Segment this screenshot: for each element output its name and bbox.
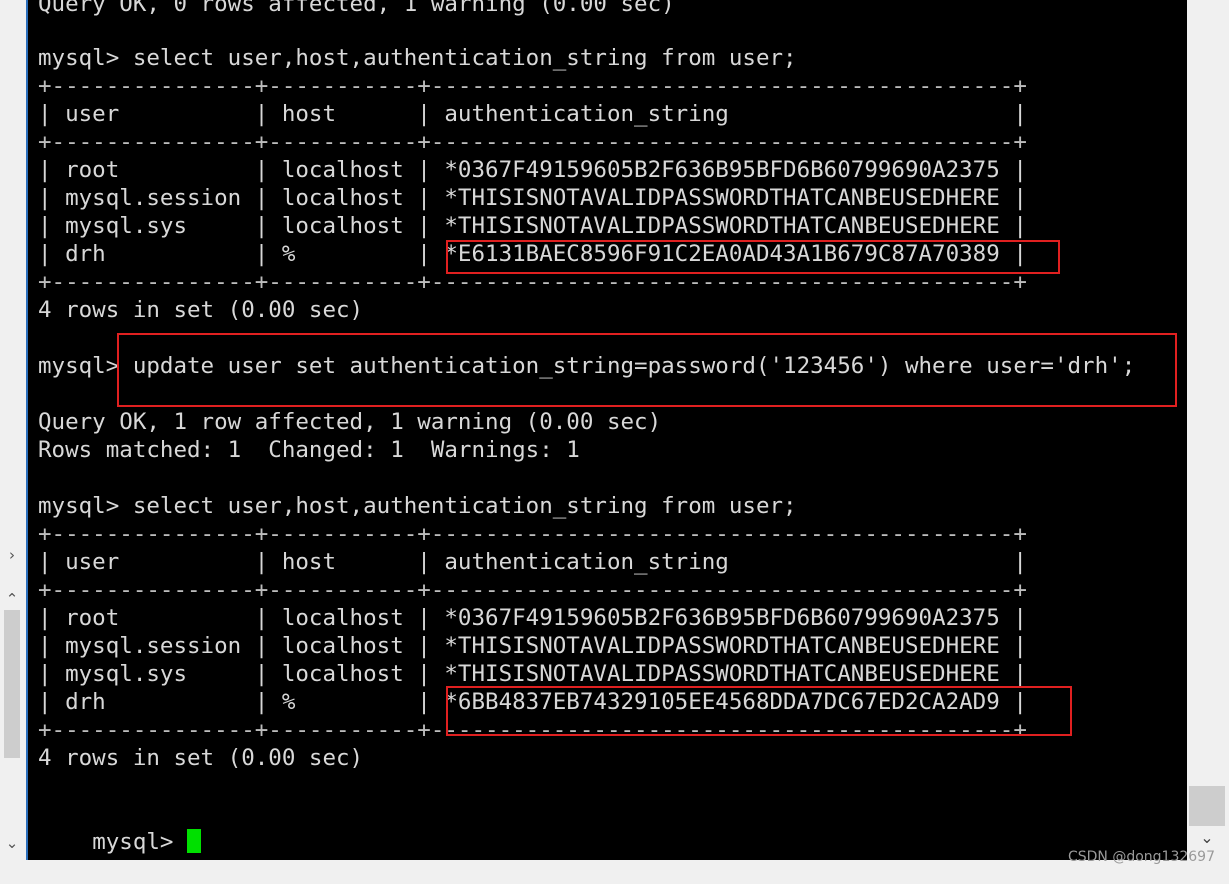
- table-row: | mysql.session | localhost | *THISISNOT…: [38, 633, 1027, 659]
- vertical-scrollbar[interactable]: ⌄: [1187, 0, 1229, 860]
- table-row: | mysql.sys | localhost | *THISISNOTAVAL…: [38, 213, 1027, 239]
- table-row: | mysql.sys | localhost | *THISISNOTAVAL…: [38, 661, 1027, 687]
- table-border: +---------------+-----------+-----------…: [38, 521, 1027, 547]
- rows-matched-line: Rows matched: 1 Changed: 1 Warnings: 1: [38, 437, 580, 463]
- table-border: +---------------+-----------+-----------…: [38, 129, 1027, 155]
- left-panel-strip: › ⌃ ⌄: [0, 0, 26, 875]
- terminal-line: Query OK, 0 rows affected, 1 warning (0.…: [38, 0, 675, 17]
- scrollbar-thumb[interactable]: [1189, 786, 1225, 826]
- highlight-old-hash: [446, 240, 1060, 274]
- mysql-command-line: mysql> select user,host,authentication_s…: [38, 493, 797, 519]
- bottom-bar: [0, 860, 1229, 875]
- scroll-up-icon[interactable]: ⌃: [3, 590, 21, 608]
- table-border: +---------------+-----------+-----------…: [38, 577, 1027, 603]
- table-header-row: | user | host | authentication_string |: [38, 549, 1027, 575]
- table-row: | root | localhost | *0367F49159605B2F63…: [38, 605, 1027, 631]
- scroll-down-arrow-icon[interactable]: ⌄: [1195, 828, 1219, 848]
- mysql-prompt-line[interactable]: mysql>: [38, 800, 202, 855]
- left-scrollbar-track[interactable]: [4, 610, 20, 758]
- mysql-prompt: mysql>: [92, 829, 188, 855]
- table-border: +---------------+-----------+-----------…: [38, 73, 1027, 99]
- rows-count-line: 4 rows in set (0.00 sec): [38, 745, 364, 771]
- watermark: CSDN @dong132697: [1067, 849, 1215, 865]
- highlight-update-command: [117, 333, 1177, 407]
- table-row: | mysql.session | localhost | *THISISNOT…: [38, 185, 1027, 211]
- scroll-down-icon[interactable]: ⌄: [3, 834, 21, 852]
- expand-chevron-icon[interactable]: ›: [3, 546, 21, 564]
- table-row: | root | localhost | *0367F49159605B2F63…: [38, 157, 1027, 183]
- terminal-window[interactable]: Query OK, 0 rows affected, 1 warning (0.…: [26, 0, 1187, 860]
- terminal-cursor: [187, 829, 202, 853]
- query-result-line: Query OK, 1 row affected, 1 warning (0.0…: [38, 409, 662, 435]
- table-header-row: | user | host | authentication_string |: [38, 101, 1027, 127]
- mysql-command-line: mysql> select user,host,authentication_s…: [38, 45, 797, 71]
- highlight-new-hash: [446, 686, 1072, 736]
- rows-count-line: 4 rows in set (0.00 sec): [38, 297, 364, 323]
